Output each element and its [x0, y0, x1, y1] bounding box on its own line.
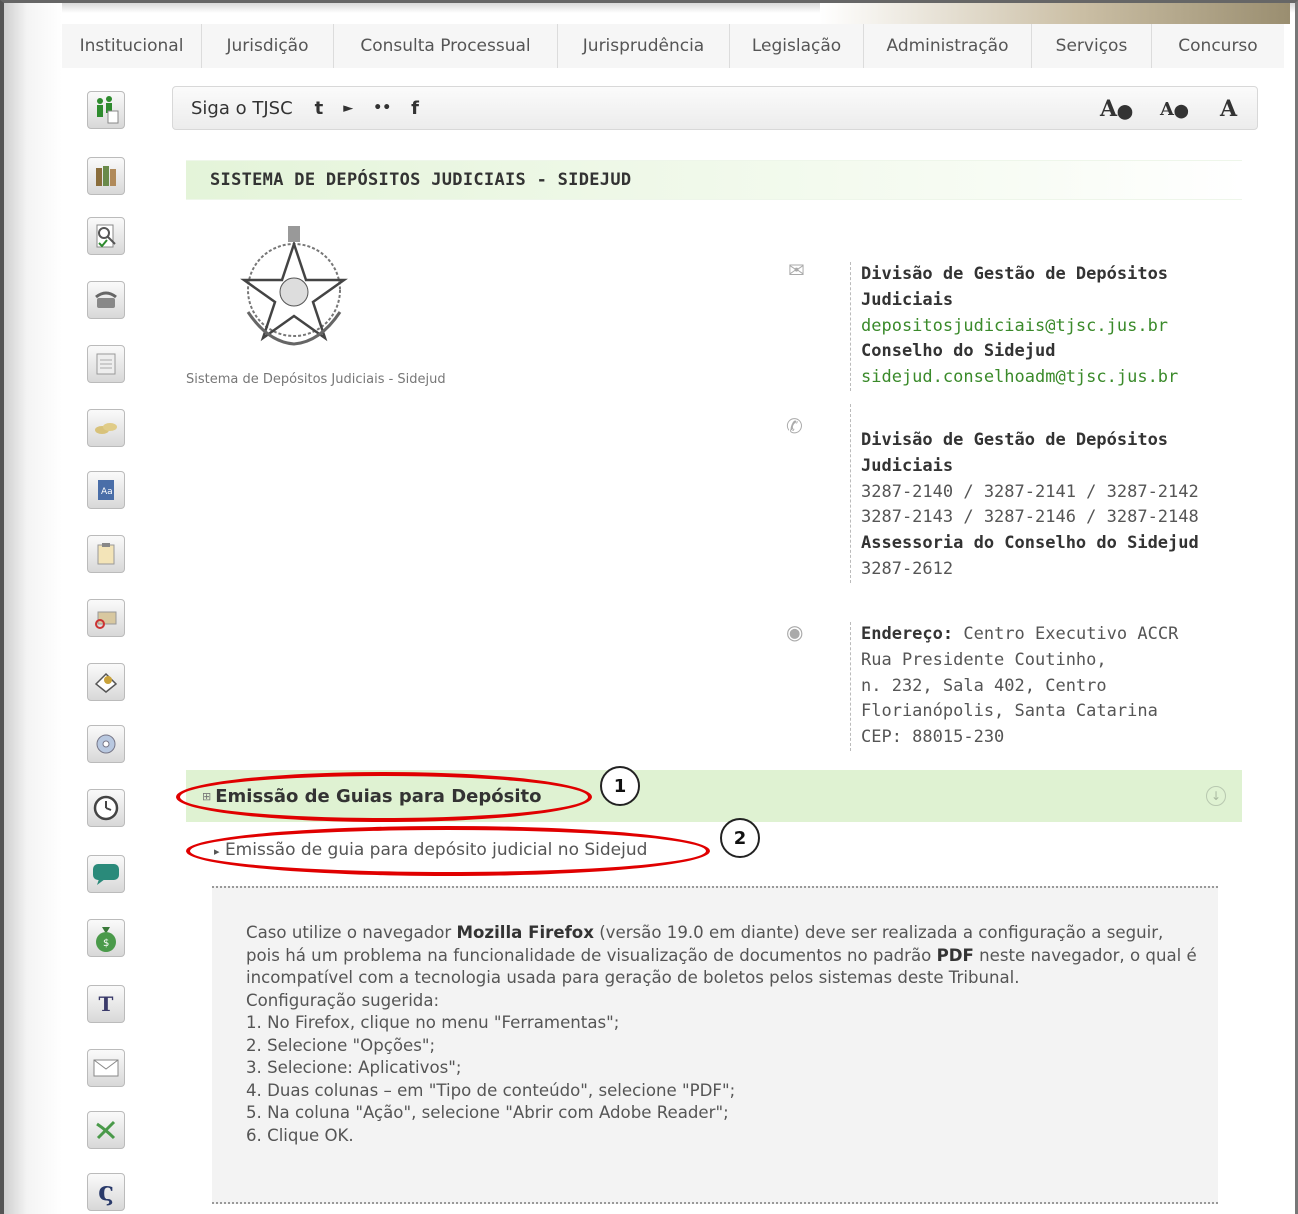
font-increase-icon[interactable]: A⬤ — [1100, 96, 1133, 122]
books-icon[interactable] — [78, 150, 134, 202]
annotation-oval-2 — [186, 826, 710, 876]
browser-name: Mozilla Firefox — [456, 923, 594, 942]
address-line-5: CEP: 88015-230 — [861, 727, 1005, 748]
envelope-icon: ✉ — [788, 258, 805, 282]
pdf-label: PDF — [936, 945, 974, 965]
state-emblem-icon — [240, 226, 348, 346]
chat-bubble-icon[interactable] — [78, 848, 134, 900]
magnifier-document-icon[interactable] — [78, 210, 134, 262]
s-logo-icon[interactable]: ς — [78, 1166, 134, 1214]
division-phones-line-1: 3287-2140 / 3287-2141 / 3287-2142 — [861, 481, 1199, 502]
follow-label: Siga o TJSC — [191, 97, 293, 119]
telephone-icon[interactable] — [78, 274, 134, 326]
division-email-link[interactable]: depositosjudiciais@tjsc.jus.br — [861, 314, 1230, 340]
family-icon[interactable] — [78, 84, 134, 136]
address-label: Endereço: — [861, 624, 954, 644]
config-step: 5. Na coluna "Ação", selecione "Abrir co… — [246, 1103, 729, 1122]
left-gutter — [4, 3, 62, 1214]
council-phone: 3287-2612 — [861, 558, 954, 579]
location-pin-icon: ◉ — [786, 620, 804, 644]
flickr-icon[interactable]: •• — [373, 100, 391, 116]
clock-icon[interactable] — [78, 782, 134, 834]
section-header: SISTEMA DE DEPÓSITOS JUDICIAIS - SIDEJUD — [186, 160, 1242, 200]
address-line-3: n. 232, Sala 402, Centro — [861, 675, 1107, 696]
font-decrease-icon[interactable]: A⬤ — [1160, 99, 1189, 120]
config-step: 6. Clique OK. — [246, 1125, 354, 1145]
money-bag-icon[interactable]: $ — [78, 912, 134, 964]
phone-contact-block: Divisão de Gestão de Depósitos Judiciais… — [850, 404, 1240, 583]
youtube-icon[interactable]: ► — [343, 101, 353, 116]
social-bar: Siga o TJSC t ► •• f — [172, 86, 1258, 130]
nav-tab-consulta-processual[interactable]: Consulta Processual — [334, 24, 558, 68]
nav-tab-concurso[interactable]: Concurso — [1152, 24, 1284, 68]
emblem-caption: Sistema de Depósitos Judiciais - Sidejud — [186, 372, 446, 387]
config-step: 1. No Firefox, clique no menu "Ferrament… — [246, 1013, 620, 1032]
stamp-icon[interactable] — [78, 656, 134, 708]
envelope-icon[interactable] — [78, 1042, 134, 1094]
nav-tab-jurisprudencia[interactable]: Jurisprudência — [558, 24, 730, 68]
notice-intro: Caso utilize o navegador Mozilla Firefox… — [246, 923, 1197, 987]
arrows-icon[interactable] — [78, 1104, 134, 1156]
phone-division-name: Divisão de Gestão de Depósitos Judiciais — [861, 430, 1169, 476]
email-contact-block: Divisão de Gestão de Depósitos Judiciais… — [850, 262, 1230, 391]
division-phones-line-2: 3287-2143 / 3287-2146 / 3287-2148 — [861, 507, 1199, 528]
callout-2: 2 — [720, 818, 760, 858]
nav-tab-institucional[interactable]: Institucional — [62, 24, 202, 68]
header-banner-image — [820, 3, 1290, 24]
nav-tab-legislacao[interactable]: Legislação — [730, 24, 864, 68]
chevron-down-icon[interactable]: ↓ — [1206, 786, 1226, 806]
font-reset-icon[interactable]: A — [1220, 96, 1237, 122]
address-line-4: Florianópolis, Santa Catarina — [861, 701, 1158, 722]
email-council-name: Conselho do Sidejud — [861, 341, 1056, 362]
facebook-icon[interactable]: f — [411, 98, 419, 119]
address-line-2: Rua Presidente Coutinho, — [861, 649, 1107, 670]
config-step: 4. Duas colunas – em "Tipo de conteúdo",… — [246, 1080, 736, 1100]
callout-1: 1 — [600, 766, 640, 806]
svg-text:Aa: Aa — [101, 487, 113, 497]
twitter-icon[interactable]: t — [315, 98, 324, 119]
config-label: Configuração sugerida: — [246, 990, 440, 1010]
cd-icon[interactable] — [78, 718, 134, 770]
email-division-name: Divisão de Gestão de Depósitos Judiciais — [861, 264, 1169, 310]
nav-tab-jurisdicao[interactable]: Jurisdição — [202, 24, 334, 68]
address-block: Endereço: Centro Executivo ACCR Rua Pres… — [850, 622, 1210, 751]
page-title: SISTEMA DE DEPÓSITOS JUDICIAIS - SIDEJUD — [210, 170, 632, 190]
nav-tab-administracao[interactable]: Administração — [864, 24, 1032, 68]
annotation-oval-1 — [176, 772, 592, 822]
clipboard-icon[interactable] — [78, 528, 134, 580]
dictionary-icon[interactable]: Aa — [78, 464, 134, 516]
nav-tab-servicos[interactable]: Serviços — [1032, 24, 1152, 68]
svg-text:$: $ — [103, 938, 109, 949]
text-t-icon[interactable]: T — [78, 978, 134, 1030]
phone-council-name: Assessoria do Conselho do Sidejud — [861, 533, 1199, 554]
firefox-notice: Caso utilize o navegador Mozilla Firefox… — [212, 886, 1218, 1204]
top-navigation: Institucional Jurisdição Consulta Proces… — [62, 24, 1284, 68]
mailbox-icon[interactable] — [78, 592, 134, 644]
calendar-document-icon[interactable] — [78, 338, 134, 390]
config-step: 2. Selecione "Opções"; — [246, 1035, 436, 1055]
phone-icon: ✆ — [786, 414, 803, 438]
coins-icon[interactable] — [78, 402, 134, 454]
config-step: 3. Selecione: Aplicativos"; — [246, 1058, 462, 1077]
address-line-1: Centro Executivo ACCR — [963, 624, 1179, 644]
council-email-link[interactable]: sidejud.conselhoadm@tjsc.jus.br — [861, 365, 1230, 391]
